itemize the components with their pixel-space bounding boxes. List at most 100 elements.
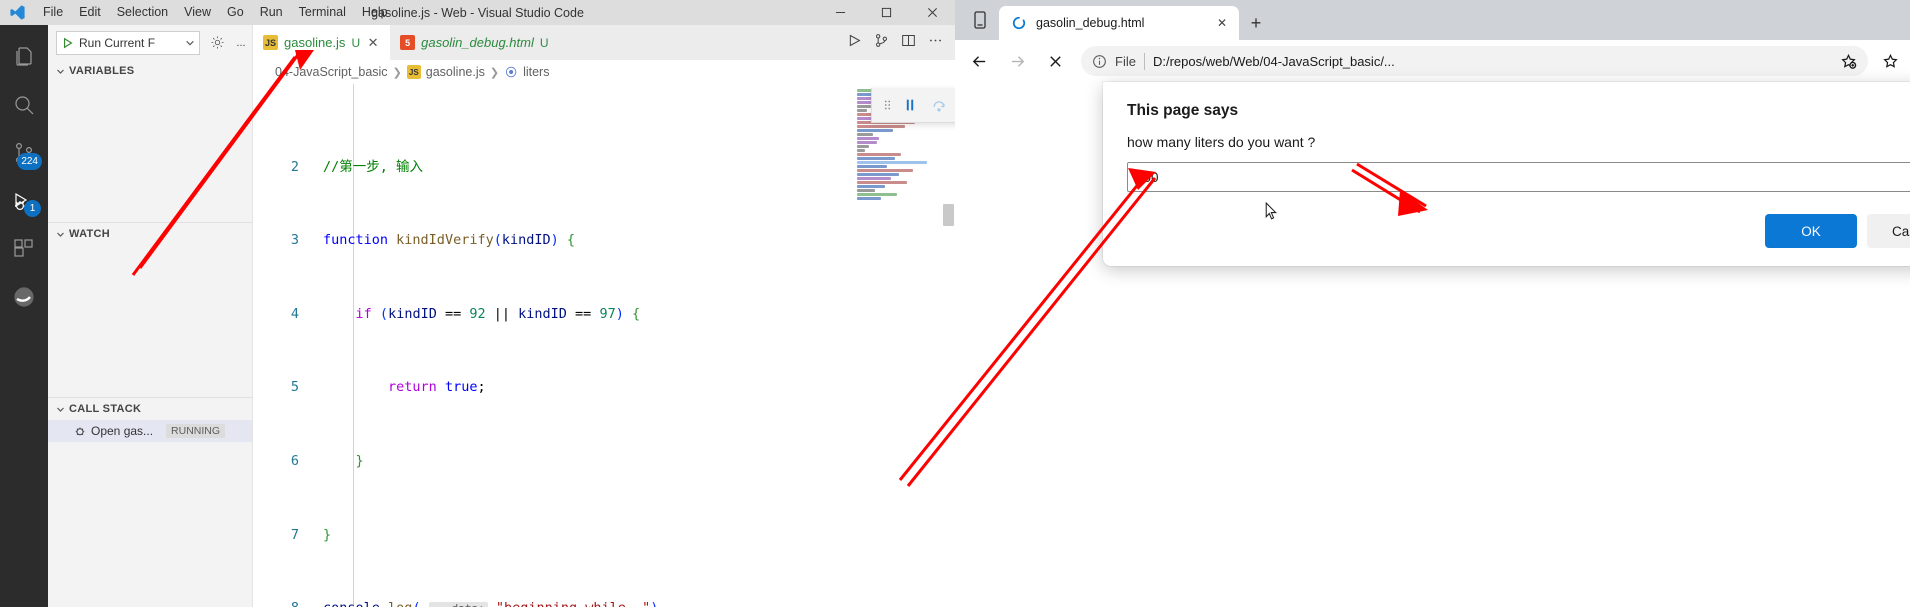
menu-run[interactable]: Run [252, 2, 291, 23]
edge-tools-icon [14, 287, 34, 307]
editor-area: JS gasoline.js U ✕ 5 gasolin_debug.html … [253, 25, 955, 607]
ok-button[interactable]: OK [1765, 214, 1857, 248]
edge-tab-strip-bar: gasolin_debug.html ✕ + [955, 0, 1910, 40]
tab-gasolin-debug-html[interactable]: 5 gasolin_debug.html U [390, 25, 559, 60]
pane-header-variables[interactable]: VARIABLES [48, 60, 252, 82]
close-icon[interactable]: ✕ [1213, 14, 1231, 32]
tab-gasoline-js[interactable]: JS gasoline.js U ✕ [253, 25, 391, 60]
address-bar[interactable]: File D:/repos/web/Web/04-JavaScript_basi… [1081, 46, 1868, 76]
back-arrow-icon[interactable] [961, 45, 997, 77]
edge-tab-strip: gasolin_debug.html ✕ + [955, 0, 1273, 40]
run-configuration-select[interactable]: Run Current F [56, 30, 200, 55]
html-file-icon: 5 [400, 35, 416, 50]
line-number: 3 [290, 232, 299, 249]
chevron-down-icon[interactable] [181, 38, 199, 48]
activity-item-run-and-debug[interactable]: 1 [0, 177, 48, 225]
menu-view[interactable]: View [176, 2, 219, 23]
activity-item-source-control[interactable]: 224 [0, 129, 48, 177]
editor-scrollbar[interactable] [941, 84, 955, 607]
stop-x-icon[interactable] [1037, 45, 1073, 77]
address-url-text[interactable]: D:/repos/web/Web/04-JavaScript_basic/... [1153, 54, 1826, 69]
run-icon[interactable] [847, 33, 862, 53]
bug-icon [74, 425, 86, 437]
files-icon [16, 47, 32, 66]
line-number: 6 [290, 453, 299, 470]
dialog-input[interactable] [1127, 162, 1910, 192]
vscode-menubar: File Edit Selection View Go Run Terminal… [35, 2, 396, 23]
edge-navigation-bar: File D:/repos/web/Web/04-JavaScript_basi… [955, 40, 1910, 82]
code-editor[interactable]: 2 //第一步, 输入 3 function kindIdVerify(kind… [253, 84, 955, 607]
debug-sidebar: Run Current F ... VARIABLES WATCH CALL S… [48, 25, 253, 607]
menu-file[interactable]: File [35, 2, 71, 23]
page-content-area: This page says how many liters do you wa… [955, 82, 1910, 607]
code-line: 5 return true; [253, 378, 955, 396]
collections-star-icon[interactable] [1876, 47, 1904, 75]
forward-arrow-icon [999, 45, 1035, 77]
breadcrumb-item-symbol[interactable]: liters [523, 65, 549, 79]
menu-selection[interactable]: Selection [109, 2, 176, 23]
vscode-logo-icon [0, 4, 35, 21]
minimize-icon[interactable] [817, 0, 863, 25]
close-icon[interactable] [909, 0, 955, 25]
line-number: 5 [290, 379, 299, 396]
call-stack-label: Open gas... [91, 424, 154, 438]
menu-edit[interactable]: Edit [71, 2, 109, 23]
code-line: 4 if (kindID == 92 || kindID == 97) { [253, 305, 955, 323]
vscode-titlebar: File Edit Selection View Go Run Terminal… [0, 0, 955, 25]
activity-item-explorer[interactable] [0, 33, 48, 81]
tab-dirty-marker: U [351, 35, 361, 50]
new-tab-button[interactable]: + [1239, 6, 1273, 40]
line-number: 2 [290, 158, 299, 175]
breadcrumb-item-file[interactable]: gasoline.js [426, 65, 485, 79]
scrollbar-thumb[interactable] [943, 204, 954, 226]
window-controls [817, 0, 955, 25]
line-number: 4 [290, 305, 299, 322]
run-play-icon[interactable] [57, 37, 79, 49]
sidebar-more-actions[interactable]: ... [234, 37, 248, 49]
profile-icon[interactable] [961, 0, 999, 40]
close-icon[interactable]: ✕ [366, 35, 380, 51]
status-badge: RUNNING [166, 424, 226, 438]
chevron-down-icon [56, 405, 65, 414]
menu-go[interactable]: Go [219, 2, 252, 23]
drag-handle-icon[interactable] [880, 98, 894, 112]
breadcrumb-item-folder[interactable]: 04-JavaScript_basic [275, 65, 388, 79]
cancel-button[interactable]: Cancel [1867, 214, 1910, 248]
address-divider [1143, 52, 1145, 70]
pane-body-variables [48, 82, 252, 222]
info-circle-icon[interactable] [1092, 54, 1107, 69]
menu-help[interactable]: Help [354, 2, 396, 23]
split-debug-icon[interactable] [874, 33, 889, 53]
gear-icon[interactable] [206, 32, 228, 54]
editor-minimap[interactable] [853, 84, 941, 607]
activity-item-extensions[interactable] [0, 225, 48, 273]
debug-floating-toolbar[interactable] [871, 88, 955, 123]
browser-tab[interactable]: gasolin_debug.html ✕ [999, 6, 1239, 40]
add-favorite-star-icon[interactable] [1834, 47, 1862, 75]
debug-config-row: Run Current F ... [48, 25, 252, 60]
pane-header-watch[interactable]: WATCH [48, 223, 252, 245]
maximize-icon[interactable] [863, 0, 909, 25]
activity-item-edge-tools[interactable] [0, 273, 48, 321]
menu-terminal[interactable]: Terminal [291, 2, 354, 23]
step-over-icon[interactable] [926, 92, 952, 118]
tab-label: gasoline.js [284, 35, 346, 50]
split-editor-icon[interactable] [901, 33, 916, 53]
pane-header-call-stack[interactable]: CALL STACK [48, 398, 252, 420]
activity-item-search[interactable] [0, 81, 48, 129]
line-number: 7 [290, 526, 299, 543]
js-file-icon: JS [263, 35, 278, 50]
vscode-window: File Edit Selection View Go Run Terminal… [0, 0, 955, 607]
edge-browser-window: gasolin_debug.html ✕ + File D:/repos/web… [955, 0, 1910, 607]
search-icon [15, 96, 34, 115]
screen-root: File Edit Selection View Go Run Terminal… [0, 0, 1910, 607]
more-icon[interactable] [928, 33, 943, 53]
chevron-down-icon [56, 230, 65, 239]
pane-title-variables: VARIABLES [69, 65, 135, 77]
vscode-body: 224 1 Run Current F ... VARIABLES WATCH … [0, 25, 955, 607]
code-line: 6 } [253, 452, 955, 470]
pause-icon[interactable] [897, 92, 923, 118]
call-stack-row[interactable]: Open gas... RUNNING [48, 420, 252, 442]
mouse-cursor-icon [1265, 201, 1278, 226]
code-lines: 2 //第一步, 输入 3 function kindIdVerify(kind… [253, 84, 955, 607]
